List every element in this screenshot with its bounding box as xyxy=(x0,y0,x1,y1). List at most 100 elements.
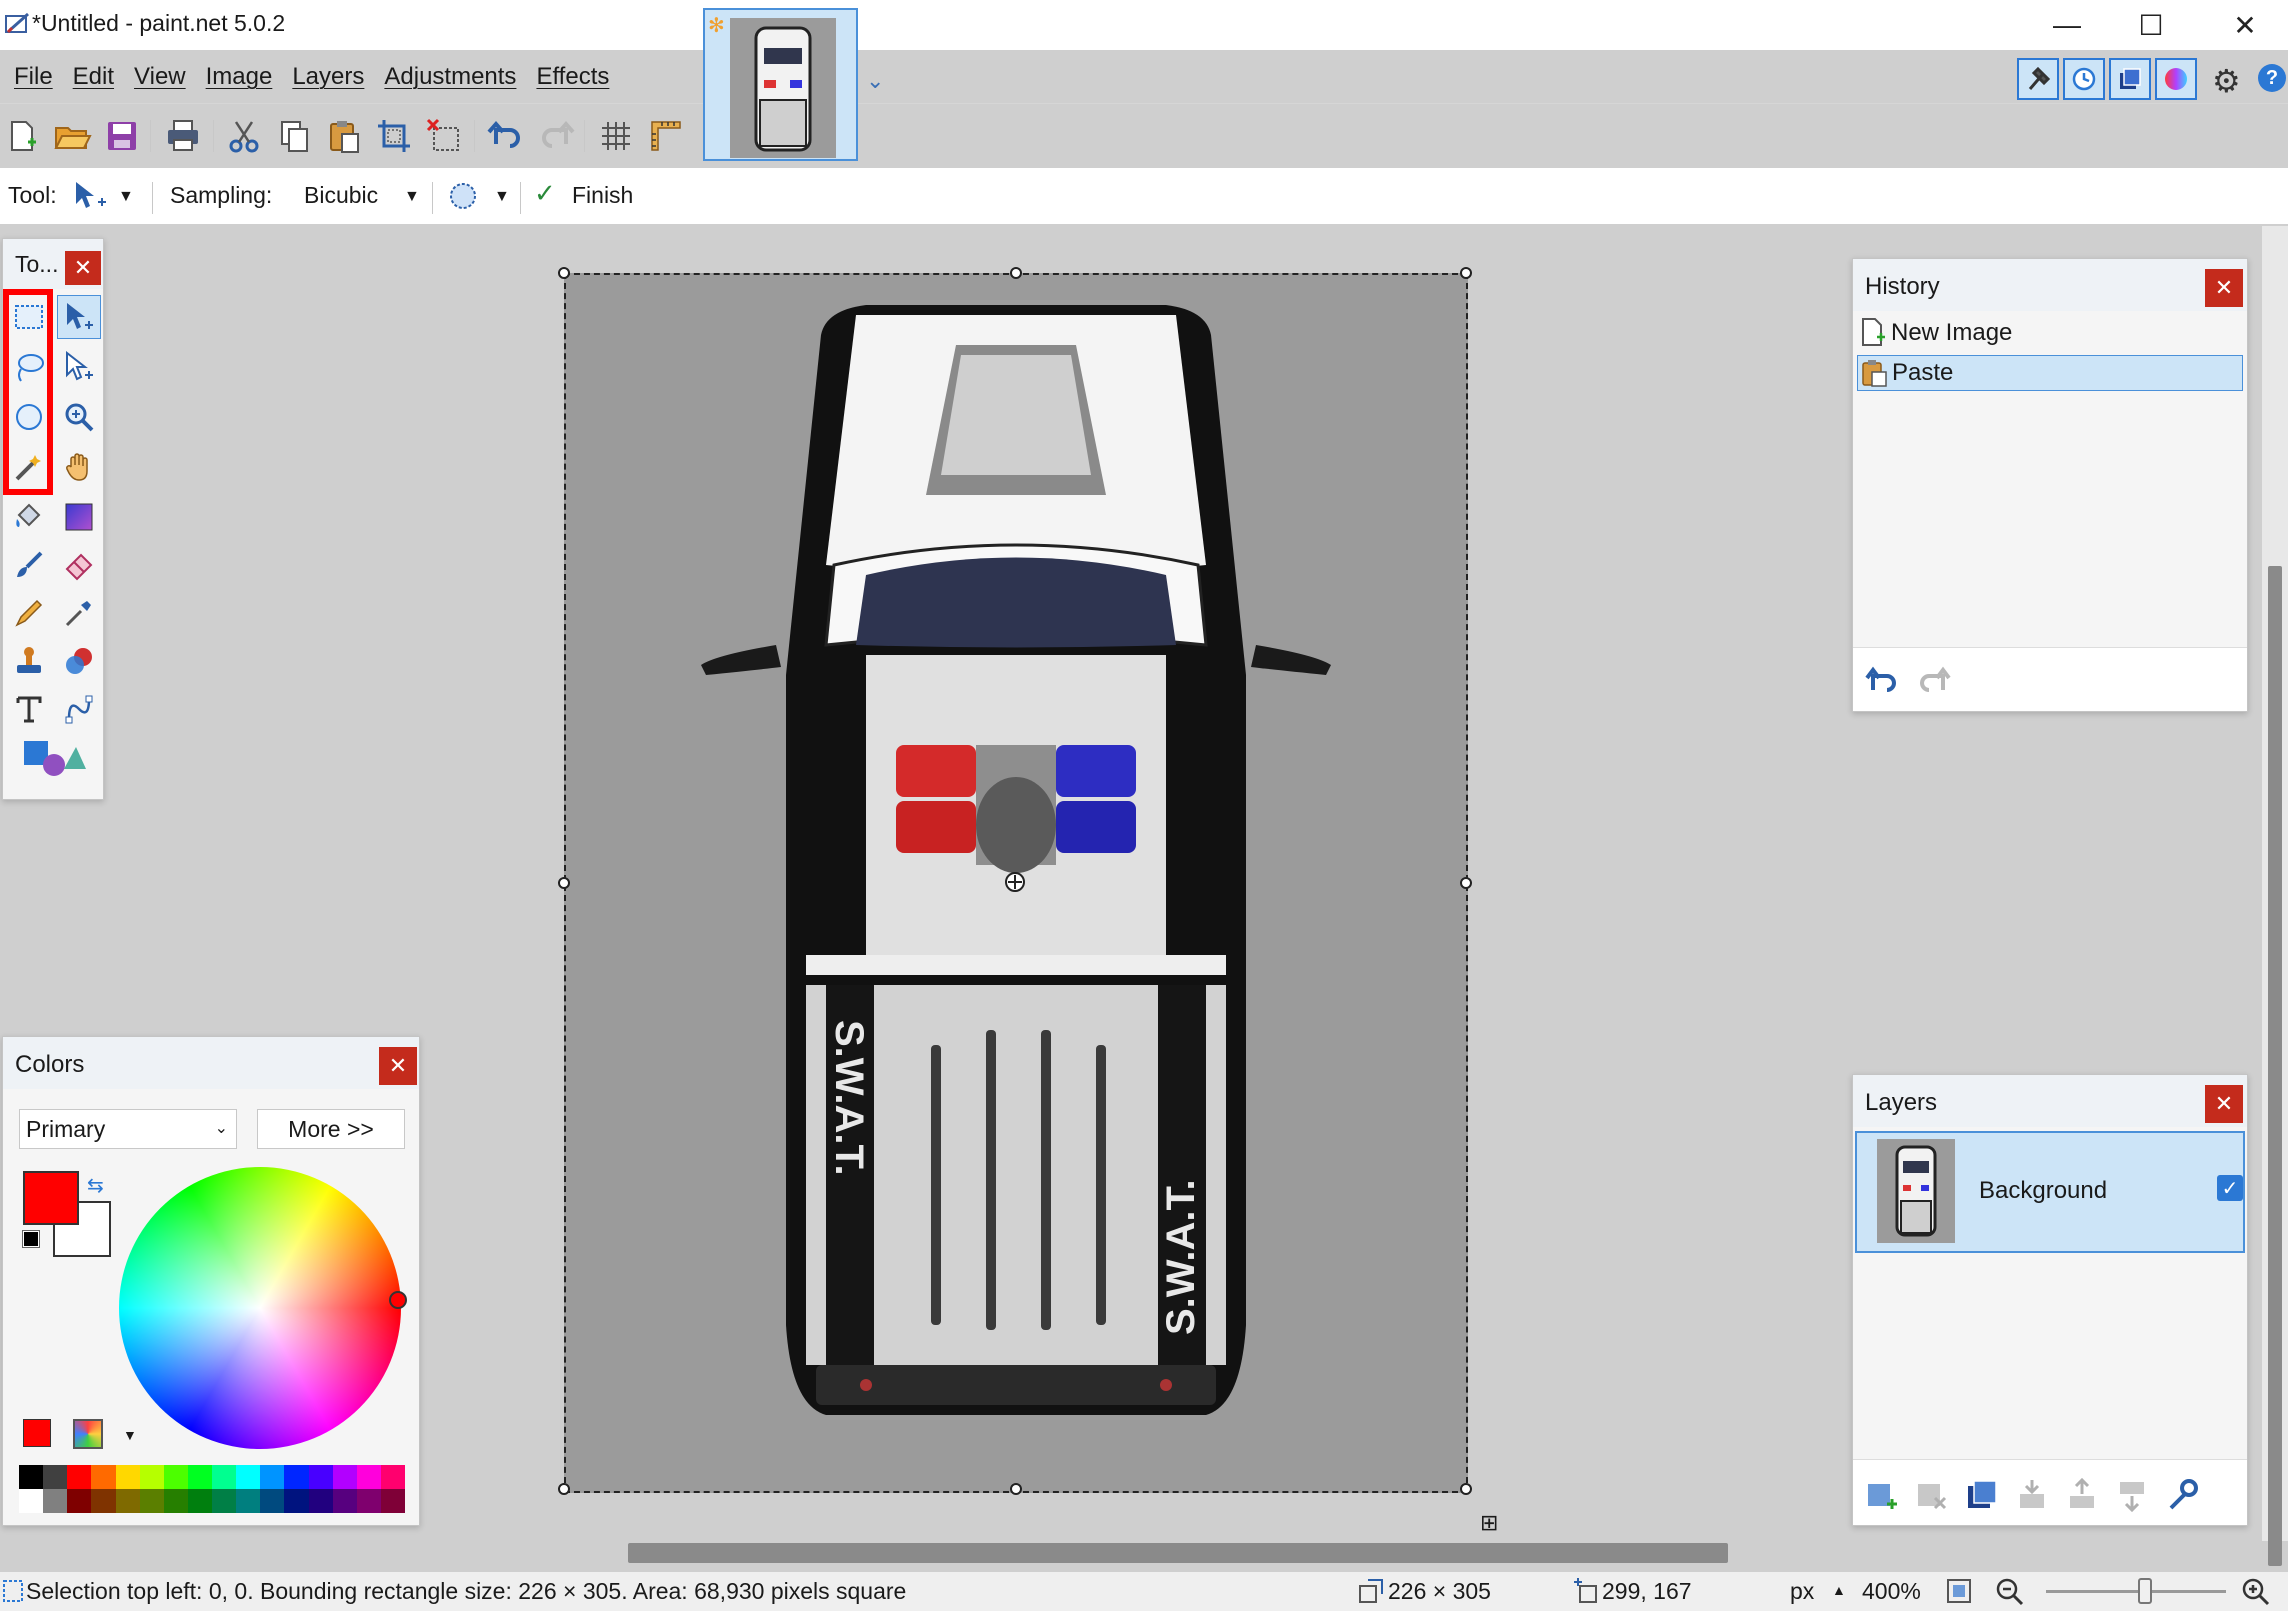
resize-handle-bottom-left[interactable] xyxy=(558,1483,570,1495)
move-selection-tool[interactable] xyxy=(57,345,101,389)
palette-options-icon[interactable] xyxy=(73,1419,103,1449)
pencil-tool[interactable] xyxy=(7,591,51,635)
palette-swatch[interactable] xyxy=(332,1465,357,1489)
zoom-tool[interactable] xyxy=(57,395,101,439)
unit-dropdown-arrow-icon[interactable]: ▲ xyxy=(1832,1582,1846,1598)
palette-swatch[interactable] xyxy=(115,1489,140,1513)
color-mode-select[interactable]: Primary ⌄ xyxy=(19,1109,237,1149)
history-item-new-image[interactable]: New Image xyxy=(1857,315,2243,351)
line-curve-tool[interactable] xyxy=(57,687,101,731)
resize-handle-top[interactable] xyxy=(1010,267,1022,279)
palette-swatch[interactable] xyxy=(163,1465,188,1489)
menu-edit[interactable]: Edit xyxy=(63,57,124,97)
move-selected-pixels-tool[interactable] xyxy=(57,295,101,339)
clone-stamp-tool[interactable] xyxy=(7,639,51,683)
layer-visibility-checkbox[interactable]: ✓ xyxy=(2217,1175,2243,1201)
paste-icon[interactable] xyxy=(324,116,364,156)
merge-layer-down-icon[interactable] xyxy=(2015,1478,2049,1512)
palette-swatch[interactable] xyxy=(163,1489,188,1513)
palette-swatch[interactable] xyxy=(212,1465,237,1489)
deselect-icon[interactable] xyxy=(424,116,464,156)
vertical-scrollbar[interactable] xyxy=(2262,226,2288,1566)
vertical-scroll-thumb[interactable] xyxy=(2268,566,2282,1566)
layers-panel-close-button[interactable]: ✕ xyxy=(2205,1085,2243,1123)
menu-layers[interactable]: Layers xyxy=(282,57,374,97)
palette-swatch[interactable] xyxy=(91,1489,116,1513)
minimize-button[interactable]: — xyxy=(2020,0,2114,50)
rulers-icon[interactable] xyxy=(646,116,686,156)
colors-panel-close-button[interactable]: ✕ xyxy=(379,1047,417,1085)
zoom-to-window-icon[interactable] xyxy=(1944,1576,1974,1606)
palette-swatch[interactable] xyxy=(187,1489,212,1513)
palette-swatch[interactable] xyxy=(43,1465,68,1489)
swap-colors-icon[interactable]: ⇆ xyxy=(87,1173,104,1198)
palette-swatch[interactable] xyxy=(67,1489,92,1513)
cut-icon[interactable] xyxy=(224,116,264,156)
menu-effects[interactable]: Effects xyxy=(526,57,619,97)
palette-swatch[interactable] xyxy=(19,1465,44,1489)
horizontal-scroll-thumb[interactable] xyxy=(628,1543,1728,1563)
zoom-level-text[interactable]: 400% xyxy=(1862,1578,1921,1605)
antialiasing-icon[interactable] xyxy=(446,180,480,212)
open-icon[interactable] xyxy=(52,116,92,156)
eraser-tool[interactable] xyxy=(57,543,101,587)
image-canvas[interactable]: S.W.A.T. S.W.A.T. xyxy=(558,267,1472,1495)
palette-swatch[interactable] xyxy=(260,1465,285,1489)
palette-dropdown-arrow-icon[interactable]: ▼ xyxy=(123,1427,137,1443)
copy-icon[interactable] xyxy=(274,116,314,156)
history-redo-icon[interactable] xyxy=(1915,666,1951,696)
resize-handle-top-right[interactable] xyxy=(1460,267,1472,279)
paint-bucket-tool[interactable] xyxy=(7,495,51,539)
history-undo-icon[interactable] xyxy=(1865,666,1901,696)
undo-icon[interactable] xyxy=(486,116,526,156)
save-icon[interactable] xyxy=(102,116,142,156)
palette-swatch[interactable] xyxy=(380,1465,405,1489)
primary-color-swatch[interactable] xyxy=(23,1171,79,1225)
resize-handle-bottom[interactable] xyxy=(1010,1483,1022,1495)
more-colors-button[interactable]: More >> xyxy=(257,1109,405,1149)
colors-toggle-button[interactable] xyxy=(2155,58,2197,100)
palette-swatch[interactable] xyxy=(19,1489,44,1513)
palette-swatch[interactable] xyxy=(236,1465,261,1489)
zoom-slider-track[interactable] xyxy=(2046,1590,2226,1593)
layer-properties-icon[interactable] xyxy=(2165,1478,2199,1512)
shapes-tool[interactable] xyxy=(15,735,95,779)
zoom-in-icon[interactable] xyxy=(2240,1576,2272,1608)
close-button[interactable]: ✕ xyxy=(2198,0,2288,50)
palette-swatch[interactable] xyxy=(356,1489,381,1513)
help-icon[interactable]: ? xyxy=(2258,64,2286,92)
color-wheel[interactable] xyxy=(119,1167,401,1449)
menu-file[interactable]: File xyxy=(4,57,63,97)
palette-swatch[interactable] xyxy=(139,1465,164,1489)
duplicate-layer-icon[interactable] xyxy=(1965,1478,1999,1512)
palette-swatch[interactable] xyxy=(332,1489,357,1513)
tool-dropdown-arrow-icon[interactable]: ▼ xyxy=(118,188,134,206)
menu-adjustments[interactable]: Adjustments xyxy=(374,57,526,97)
settings-gear-icon[interactable]: ⚙ xyxy=(2212,62,2241,100)
resize-handle-left[interactable] xyxy=(558,877,570,889)
history-toggle-button[interactable] xyxy=(2063,58,2105,100)
add-to-palette-icon[interactable] xyxy=(23,1419,51,1447)
maximize-button[interactable]: ☐ xyxy=(2104,0,2198,50)
gradient-tool[interactable] xyxy=(57,495,101,539)
image-tab-thumbnail[interactable]: ✻ xyxy=(703,8,858,161)
finish-button[interactable]: Finish xyxy=(572,182,633,209)
history-panel-close-button[interactable]: ✕ xyxy=(2205,269,2243,307)
palette-swatch[interactable] xyxy=(308,1465,333,1489)
crop-to-selection-icon[interactable] xyxy=(374,116,414,156)
move-selected-tool-icon[interactable] xyxy=(72,180,108,212)
palette-swatch[interactable] xyxy=(236,1489,261,1513)
palette-swatch[interactable] xyxy=(284,1489,309,1513)
redo-icon[interactable] xyxy=(536,116,576,156)
menu-view[interactable]: View xyxy=(124,57,196,97)
palette-swatch[interactable] xyxy=(260,1489,285,1513)
text-tool[interactable] xyxy=(7,687,51,731)
palette-swatch[interactable] xyxy=(308,1489,333,1513)
layers-toggle-button[interactable] xyxy=(2109,58,2151,100)
paintbrush-tool[interactable] xyxy=(7,543,51,587)
history-item-paste[interactable]: Paste xyxy=(1857,355,2243,391)
palette-swatch[interactable] xyxy=(43,1489,68,1513)
unit-select[interactable]: px xyxy=(1790,1578,1814,1605)
resize-handle-top-left[interactable] xyxy=(558,267,570,279)
add-layer-icon[interactable] xyxy=(1865,1478,1899,1512)
